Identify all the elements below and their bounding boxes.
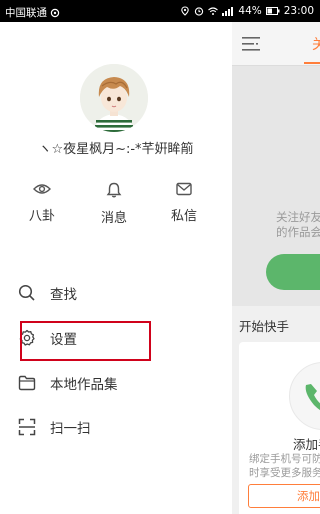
scan-icon <box>18 418 36 436</box>
carrier-label: 中国联通 <box>5 7 47 19</box>
tab-underline <box>304 62 320 64</box>
settings-highlight-box <box>20 321 151 361</box>
wifi-icon <box>208 7 219 15</box>
eye-icon <box>33 184 51 194</box>
menu-label: 扫一扫 <box>50 421 91 437</box>
folder-icon <box>18 375 36 391</box>
start-section: 开始快手 添加手 绑定手机号可防 时享受更多服务 添加手 <box>232 306 320 514</box>
add-phone-card: 添加手 绑定手机号可防 时享受更多服务 添加手 <box>239 342 320 514</box>
add-phone-button[interactable]: 添加手 <box>248 484 320 508</box>
stat-private-messages[interactable]: 私信 <box>154 182 214 224</box>
card-title: 添加手 <box>293 437 320 452</box>
sync-icon <box>50 8 60 17</box>
username[interactable]: ヽ☆夜星枫月~:-*芊姸眸箾 <box>0 138 232 157</box>
search-icon <box>18 284 35 301</box>
menu-label: 本地作品集 <box>50 377 118 393</box>
main-screen-background: 关 关注好友 的作品会 开始快手 添加手 绑定手机号可防 时享受更多服务 添加手 <box>232 22 320 514</box>
phone-icon <box>289 362 320 430</box>
stat-label: 消息 <box>100 211 127 226</box>
battery-percent: 44% <box>238 5 262 17</box>
status-bar: 中国联通 44% 23:00 <box>0 0 320 22</box>
menu-item-local-works[interactable]: 本地作品集 <box>18 364 218 402</box>
avatar[interactable] <box>80 64 148 132</box>
location-icon <box>181 6 190 16</box>
section-title: 开始快手 <box>239 319 290 334</box>
follow-hint: 关注好友 的作品会 <box>276 210 320 239</box>
stat-gossip[interactable]: 八卦 <box>12 182 72 224</box>
stat-label: 八卦 <box>28 209 55 224</box>
clock-time: 23:00 <box>283 5 314 17</box>
stat-messages[interactable]: 消息 <box>84 182 144 226</box>
main-topbar: 关 <box>232 22 320 66</box>
menu-item-scan[interactable]: 扫一扫 <box>18 408 218 446</box>
menu-item-search[interactable]: 查找 <box>18 274 218 312</box>
tab-follow[interactable]: 关 <box>312 34 320 54</box>
card-description: 绑定手机号可防 时享受更多服务 <box>249 453 320 479</box>
battery-icon <box>265 7 280 15</box>
alarm-icon <box>195 7 204 16</box>
side-drawer: ヽ☆夜星枫月~:-*芊姸眸箾 八卦 消息 私信 查找 设置 本地作品集 扫一扫 <box>0 22 232 514</box>
stat-label: 私信 <box>170 209 197 224</box>
menu-icon[interactable] <box>242 37 262 51</box>
bell-icon <box>106 182 122 198</box>
menu-label: 查找 <box>50 287 77 303</box>
green-action-button[interactable] <box>266 254 320 290</box>
mail-icon <box>176 182 192 196</box>
signal-icon <box>222 7 234 16</box>
